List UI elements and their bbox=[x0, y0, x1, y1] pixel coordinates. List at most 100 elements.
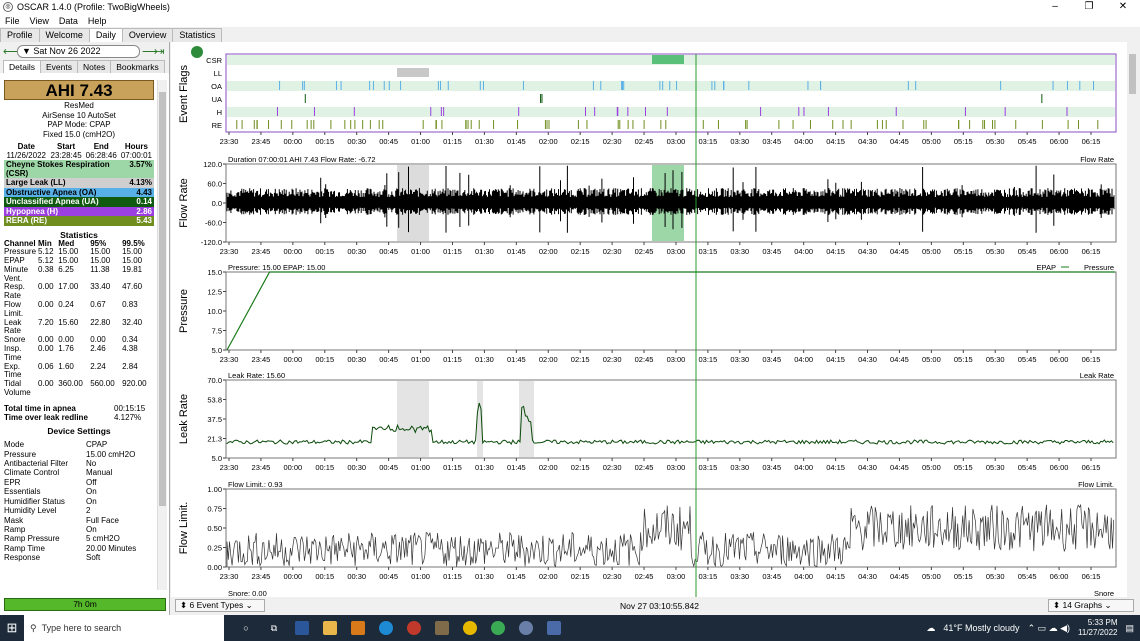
menu-file[interactable]: File bbox=[0, 16, 25, 26]
flow_limit-ylabel: Flow Limit. bbox=[178, 502, 190, 555]
word-icon[interactable] bbox=[288, 615, 316, 641]
event-types-dropdown[interactable]: ⬍ 6 Event Types ⌄ bbox=[175, 599, 265, 612]
x-tick-label: 03:30 bbox=[730, 463, 749, 472]
y-tick-label: 53.8 bbox=[207, 396, 222, 405]
app-icon-c[interactable] bbox=[428, 615, 456, 641]
index-h[interactable]: Hypopnea (H) 2.86 bbox=[4, 206, 154, 216]
edge-icon[interactable] bbox=[372, 615, 400, 641]
tray-icons[interactable]: ⌃ ▭ ☁ ◀) bbox=[1028, 623, 1070, 634]
task-view-icon[interactable]: ⧉ bbox=[260, 615, 288, 641]
clock[interactable]: 5:33 PM 11/27/2022 bbox=[1078, 618, 1117, 638]
x-tick-label: 00:45 bbox=[379, 463, 398, 472]
x-tick-label: 02:00 bbox=[539, 355, 558, 364]
app-icon-e[interactable] bbox=[540, 615, 568, 641]
pressure-legend: Pressure bbox=[1084, 263, 1114, 272]
x-tick-label: 04:45 bbox=[890, 137, 909, 146]
index-ua[interactable]: Unclassified Apnea (UA) 0.14 bbox=[4, 197, 154, 207]
x-tick-label: 02:45 bbox=[635, 137, 654, 146]
subtab-notes[interactable]: Notes bbox=[76, 60, 112, 73]
leak-redline-time: Time over leak redline 4.127% bbox=[4, 413, 142, 423]
minimize-button[interactable]: – bbox=[1038, 0, 1072, 14]
x-tick-label: 05:30 bbox=[986, 247, 1005, 256]
x-tick-label: 00:30 bbox=[347, 463, 366, 472]
last-day-icon[interactable]: ⇥ bbox=[154, 45, 166, 58]
stats-row: Exp. Time 0.06 1.60 2.24 2.84 bbox=[4, 362, 154, 381]
graph-scroll-thumb[interactable] bbox=[1129, 54, 1136, 94]
x-tick-label: 03:00 bbox=[667, 463, 686, 472]
weather-text[interactable]: 41°F Mostly cloudy bbox=[943, 623, 1019, 633]
tab-overview[interactable]: Overview bbox=[121, 28, 174, 42]
totals: Total time in apnea 00:15:15 Time over le… bbox=[4, 404, 154, 422]
stats-cell: 15.60 bbox=[58, 317, 79, 327]
event-flag-label: UA bbox=[212, 95, 222, 104]
x-tick-label: 05:00 bbox=[922, 463, 941, 472]
taskbar-search[interactable]: ⚲ Type here to search bbox=[24, 615, 224, 641]
stats-cell: 11.38 bbox=[90, 264, 110, 274]
x-tick-label: 01:30 bbox=[475, 137, 494, 146]
x-tick-label: 00:45 bbox=[379, 137, 398, 146]
session-header: Start bbox=[56, 142, 76, 151]
graph-scrollbar[interactable] bbox=[1127, 42, 1138, 597]
subtab-details[interactable]: Details bbox=[3, 60, 41, 73]
pressure-ylabel: Pressure bbox=[178, 289, 190, 333]
stats-row: Tidal Volume 0.00 360.00 560.00 920.00 bbox=[4, 379, 154, 398]
graphs-svg[interactable]: CSR LL OA UA H RE Event Flags 23:30 23:45 00:00 00… bbox=[171, 42, 1127, 598]
x-tick-label: 23:30 bbox=[220, 247, 239, 256]
stats-cell: 32.40 bbox=[122, 317, 143, 327]
x-tick-label: 00:45 bbox=[379, 572, 398, 581]
session-value: 06:28:46 bbox=[85, 151, 117, 160]
chrome-icon[interactable] bbox=[456, 615, 484, 641]
app-icon-a[interactable] bbox=[344, 615, 372, 641]
file-explorer-icon[interactable] bbox=[316, 615, 344, 641]
subtab-events[interactable]: Events bbox=[39, 60, 78, 73]
stats-cell: 0.83 bbox=[122, 300, 138, 310]
windows-start-icon[interactable]: ⊞ bbox=[0, 620, 24, 636]
x-tick-label: 23:30 bbox=[220, 137, 239, 146]
close-button[interactable]: ✕ bbox=[1106, 0, 1140, 14]
x-tick-label: 02:00 bbox=[539, 463, 558, 472]
x-tick-label: 00:15 bbox=[315, 355, 334, 364]
graphs-dropdown[interactable]: ⬍ 14 Graphs ⌄ bbox=[1048, 599, 1134, 612]
index-re[interactable]: RERA (RE) 5.43 bbox=[4, 216, 154, 226]
subtab-bookmarks[interactable]: Bookmarks bbox=[110, 60, 165, 73]
tab-welcome[interactable]: Welcome bbox=[38, 28, 90, 42]
app-icon-b[interactable] bbox=[400, 615, 428, 641]
oscar-taskbar-icon[interactable] bbox=[512, 615, 540, 641]
leak_rate-frame bbox=[225, 379, 1117, 459]
menu-data[interactable]: Data bbox=[54, 16, 83, 26]
x-tick-label: 00:15 bbox=[315, 572, 334, 581]
x-tick-label: 05:30 bbox=[986, 137, 1005, 146]
tab-daily[interactable]: Daily bbox=[88, 28, 123, 42]
x-tick-label: 00:30 bbox=[347, 137, 366, 146]
index-ll[interactable]: Large Leak (LL) 4.13% bbox=[4, 178, 154, 188]
x-tick-label: 23:45 bbox=[252, 572, 271, 581]
left-scroll-thumb[interactable] bbox=[159, 92, 166, 506]
notification-icon[interactable]: ▤ bbox=[1125, 623, 1134, 634]
stats-cell: 0.00 bbox=[38, 344, 54, 354]
setting-row: Essentials On bbox=[4, 487, 154, 496]
session-value: 07:00:01 bbox=[120, 151, 152, 160]
menu-view[interactable]: View bbox=[25, 16, 54, 26]
graph-area[interactable]: CSR LL OA UA H RE Event Flags 23:30 23:45 00:00 00… bbox=[171, 42, 1127, 598]
stats-cell: 360.00 bbox=[58, 379, 83, 389]
prev-day-icon[interactable]: ⟵ bbox=[3, 45, 19, 58]
x-tick-label: 00:15 bbox=[315, 247, 334, 256]
app-icon-d[interactable] bbox=[484, 615, 512, 641]
date-picker[interactable]: ▼ Sat Nov 26 2022 bbox=[17, 44, 140, 58]
index-csr[interactable]: Cheyne Stokes Respiration (CSR) 3.57% bbox=[4, 160, 154, 178]
x-tick-label: 00:00 bbox=[283, 137, 302, 146]
cortana-icon[interactable]: ○ bbox=[232, 615, 260, 641]
y-tick-label: 7.5 bbox=[212, 327, 222, 336]
menu-help[interactable]: Help bbox=[83, 16, 112, 26]
left-scrollbar[interactable] bbox=[157, 80, 167, 590]
stats-cell: 33.40 bbox=[90, 282, 111, 292]
next-day-icon[interactable]: ⟶ bbox=[142, 45, 158, 58]
tab-statistics[interactable]: Statistics bbox=[172, 28, 223, 42]
maximize-button[interactable]: ❐ bbox=[1072, 0, 1106, 14]
tab-profile[interactable]: Profile bbox=[0, 28, 40, 42]
leak-shade bbox=[477, 381, 483, 457]
setting-row: Ramp Time 20.00 Minutes bbox=[4, 544, 154, 553]
x-tick-label: 00:00 bbox=[283, 572, 302, 581]
stats-cell: 22.80 bbox=[90, 317, 111, 327]
index-oa[interactable]: Obstructive Apnea (OA) 4.43 bbox=[4, 187, 154, 197]
